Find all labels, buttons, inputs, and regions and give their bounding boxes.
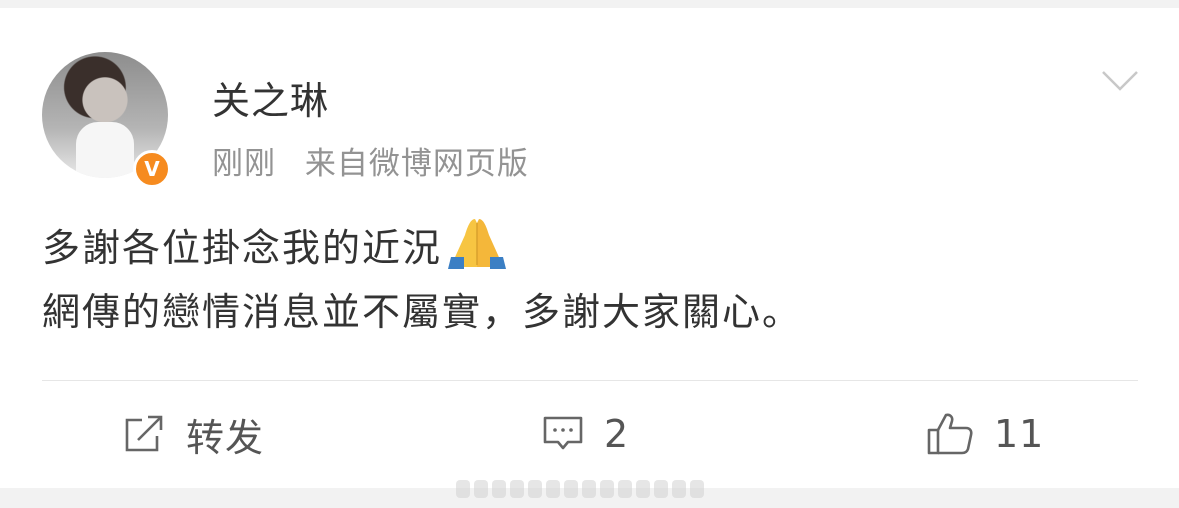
thumbs-up-icon [927,413,973,455]
divider [42,380,1138,381]
author-name[interactable]: 关之琳 [212,70,329,125]
chevron-down-icon[interactable] [1100,68,1140,94]
post-text-2: 網傳的戀情消息並不屬實，多謝大家關心。 [42,290,803,334]
like-button[interactable]: 11 [926,412,1044,456]
share-icon [125,415,163,452]
repost-button[interactable]: 转发 [122,412,264,460]
post-meta: 刚刚 来自微博网页版 [212,138,529,183]
verified-badge-icon: V [133,150,171,188]
post-text-1: 多謝各位掛念我的近況 [42,226,443,270]
post-content-line: 多謝各位掛念我的近況 [42,216,1142,280]
post-timestamp: 刚刚 [212,146,276,182]
comment-icon [543,416,583,450]
like-count: 11 [994,412,1045,456]
avatar-figure [76,122,134,178]
post-content: 多謝各位掛念我的近況 網傳的戀情消息並不屬實，多謝大家關心。 [42,216,1142,344]
weibo-post-card: V 关之琳 刚刚 来自微博网页版 多謝各位掛念我的近況 網傳的戀情消息並不屬實，… [0,8,1179,498]
comment-count: 2 [604,412,630,456]
watermark [456,476,718,502]
comment-button[interactable]: 2 [542,412,629,456]
folded-hands-icon [448,219,507,269]
post-source: 来自微博网页版 [304,146,529,182]
repost-label: 转发 [186,415,265,460]
